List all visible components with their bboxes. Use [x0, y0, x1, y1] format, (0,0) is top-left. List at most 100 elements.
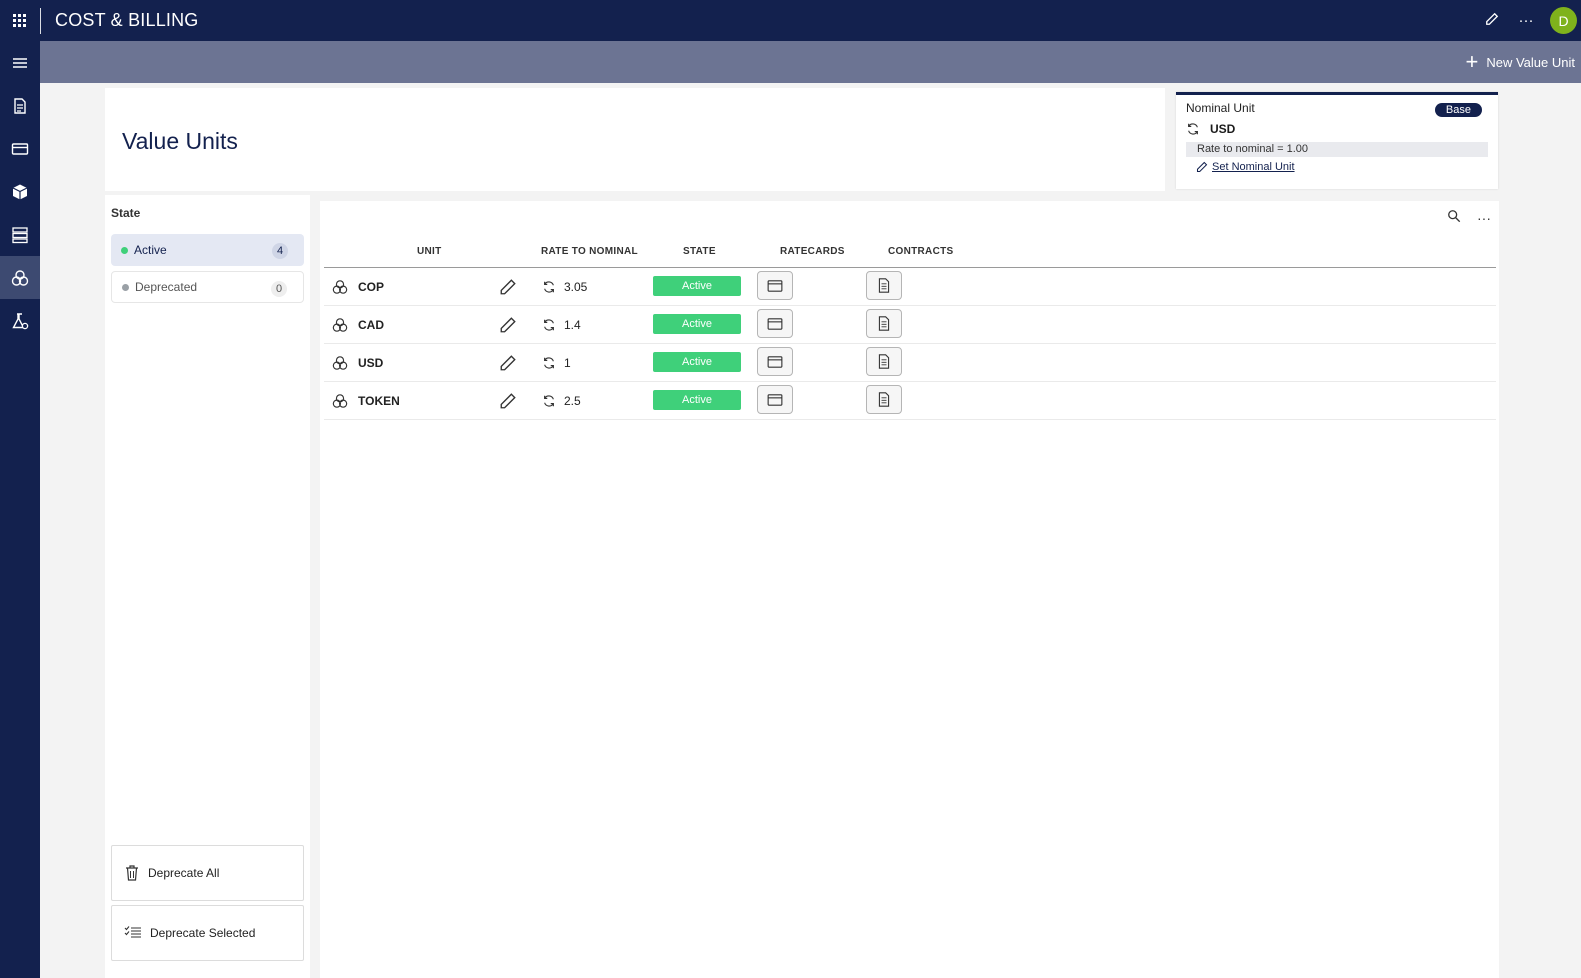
status-badge: Active: [653, 314, 741, 334]
edit-button[interactable]: [499, 268, 517, 305]
refresh-icon: [544, 356, 554, 369]
title-divider: [40, 7, 41, 34]
card-icon: [767, 355, 783, 368]
rail-menu[interactable]: [0, 41, 40, 84]
table-row[interactable]: COP 3.05 Active: [324, 268, 1496, 306]
refresh-icon: [1188, 123, 1198, 135]
value-units-icon: [11, 269, 29, 286]
status-badge: Active: [653, 276, 741, 296]
unit-name: USD: [358, 355, 384, 370]
pencil-icon[interactable]: [1482, 12, 1502, 30]
state-filter-deprecated[interactable]: Deprecated 0: [111, 271, 304, 303]
rate-value: 1: [564, 355, 571, 370]
app-title: COST & BILLING: [55, 10, 199, 30]
rate-cell: 2.5: [542, 382, 581, 419]
deprecate-selected-label: Deprecate Selected: [150, 926, 256, 940]
rate-cell: 3.05: [542, 268, 587, 305]
column-header-state[interactable]: STATE: [683, 246, 716, 257]
active-dot: [121, 246, 128, 254]
ratecards-button[interactable]: [757, 347, 793, 376]
contracts-button[interactable]: [866, 271, 902, 300]
top-bar: COST & BILLING ··· D: [0, 0, 1581, 41]
table-row[interactable]: USD 1 Active: [324, 344, 1496, 382]
unit-name: CAD: [358, 317, 384, 332]
flask-gear-icon: [12, 312, 29, 329]
column-header-ratecards[interactable]: RATECARDS: [780, 246, 845, 257]
column-header-unit[interactable]: UNIT: [417, 246, 442, 257]
edit-button[interactable]: [499, 382, 517, 419]
box-icon: [12, 184, 28, 199]
rail-servers[interactable]: [0, 213, 40, 256]
value-unit-icon: [332, 306, 348, 343]
status-badge: Active: [653, 352, 741, 372]
trash-icon: [126, 865, 138, 881]
edit-button[interactable]: [499, 306, 517, 343]
table-row[interactable]: TOKEN 2.5 Active: [324, 382, 1496, 420]
card-icon: [767, 279, 783, 292]
unit-name: TOKEN: [358, 393, 400, 408]
contracts-button[interactable]: [866, 309, 902, 338]
avatar[interactable]: D: [1550, 7, 1577, 34]
checklist-icon: [124, 926, 141, 938]
pencil-icon: [500, 392, 516, 408]
table-tools: ···: [1447, 209, 1491, 226]
rail-billing[interactable]: [0, 127, 40, 170]
rail-value-units[interactable]: [0, 256, 40, 299]
menu-icon: [13, 57, 27, 68]
more-options-icon[interactable]: ···: [1516, 12, 1536, 29]
left-rail: [0, 41, 40, 978]
nominal-unit-name: USD: [1210, 122, 1236, 136]
rail-documents[interactable]: [0, 84, 40, 127]
column-header-contracts[interactable]: CONTRACTS: [888, 246, 953, 257]
document-icon: [14, 97, 26, 114]
rate-value: 2.5: [564, 393, 581, 408]
deprecate-selected-button[interactable]: Deprecate Selected: [111, 905, 304, 961]
edit-button[interactable]: [499, 344, 517, 381]
waffle-icon: [12, 14, 26, 27]
rate-cell: 1.4: [542, 306, 581, 343]
page-title: Value Units: [122, 128, 238, 154]
ratecards-button[interactable]: [757, 385, 793, 414]
rail-products[interactable]: [0, 170, 40, 213]
value-unit-icon: [332, 268, 348, 305]
rail-lab[interactable]: [0, 299, 40, 342]
nominal-unit-card: Nominal Unit Base USD Rate to nominal = …: [1176, 92, 1498, 189]
rate-cell: 1: [542, 344, 571, 381]
column-header-rate[interactable]: RATE TO NOMINAL: [541, 246, 638, 257]
ratecards-button[interactable]: [757, 271, 793, 300]
contracts-button[interactable]: [866, 347, 902, 376]
value-unit-icon: [332, 344, 348, 381]
unit-name: COP: [358, 279, 385, 294]
set-nominal-unit-link[interactable]: Set Nominal Unit: [1196, 161, 1295, 173]
card-icon: [11, 142, 29, 155]
new-value-unit-button[interactable]: + New Value Unit: [1466, 41, 1576, 83]
contracts-button[interactable]: [866, 385, 902, 414]
deprecated-dot: [122, 283, 129, 291]
card-icon: [767, 317, 783, 330]
table-row[interactable]: CAD 1.4 Active: [324, 306, 1496, 344]
more-options-icon[interactable]: ···: [1477, 210, 1491, 226]
document-icon: [878, 278, 890, 293]
pencil-icon: [500, 278, 516, 294]
rate-value: 1.4: [564, 317, 581, 332]
refresh-icon: [544, 394, 554, 407]
state-filter-title: State: [111, 206, 141, 220]
new-value-unit-label: New Value Unit: [1486, 54, 1575, 70]
document-icon: [878, 392, 890, 407]
pencil-icon: [1196, 161, 1208, 173]
ratecards-button[interactable]: [757, 309, 793, 338]
refresh-icon: [544, 280, 554, 293]
plus-icon: +: [1465, 49, 1479, 74]
deprecate-all-label: Deprecate All: [148, 866, 220, 880]
state-filter-label: Active: [134, 243, 167, 257]
nominal-unit-label: Nominal Unit: [1186, 101, 1255, 115]
app-launcher-button[interactable]: [0, 0, 38, 41]
document-icon: [878, 316, 890, 331]
pencil-icon: [500, 354, 516, 370]
value-units-table: ··· UNIT RATE TO NOMINAL STATE RATECARDS…: [320, 201, 1499, 978]
deprecate-all-button[interactable]: Deprecate All: [111, 845, 304, 901]
nominal-unit-value: USD: [1186, 122, 1235, 136]
search-icon[interactable]: [1447, 209, 1461, 226]
state-count: 0: [271, 281, 287, 297]
state-filter-active[interactable]: Active 4: [111, 234, 304, 266]
